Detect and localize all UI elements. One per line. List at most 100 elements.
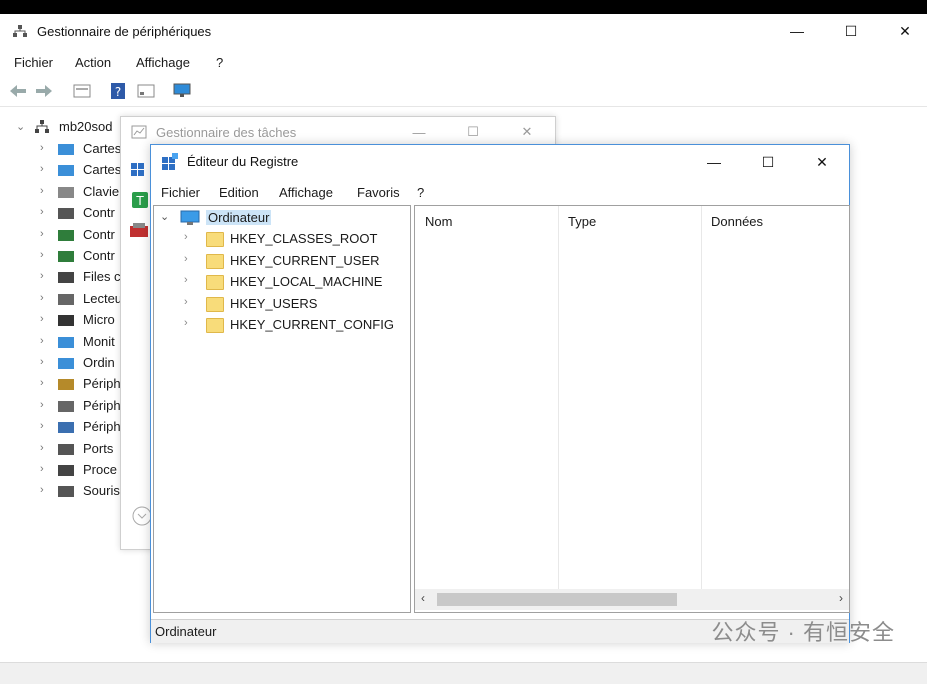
chevron-right-icon[interactable]: › [40, 335, 44, 347]
task-manager-icon [131, 125, 147, 139]
close-button[interactable]: ✕ [880, 14, 927, 48]
chevron-right-icon[interactable]: › [40, 185, 44, 197]
scroll-left-icon[interactable]: ‹ [421, 591, 425, 605]
monitor-icon[interactable] [172, 82, 192, 100]
registry-root-label: Ordinateur [206, 210, 272, 225]
device-category-label: Périph [83, 376, 121, 392]
column-name-label: Nom [425, 214, 453, 229]
column-header-name[interactable]: Nom [415, 206, 559, 229]
green-app-icon: T [132, 192, 148, 208]
task-manager-minimize-button[interactable]: — [397, 119, 441, 145]
chevron-right-icon[interactable]: › [40, 270, 44, 282]
device-icon [58, 186, 74, 198]
device-icon [58, 315, 74, 327]
red-app-icon [130, 223, 148, 237]
chevron-right-icon[interactable]: › [40, 484, 44, 496]
chevron-right-icon[interactable]: › [184, 274, 188, 286]
folder-icon [206, 296, 224, 312]
registry-maximize-button[interactable]: ☐ [743, 145, 793, 179]
registry-hive-label: HKEY_CURRENT_CONFIG [230, 317, 394, 333]
computer-icon [180, 210, 200, 225]
chevron-right-icon[interactable]: › [40, 292, 44, 304]
device-manager-titlebar: Gestionnaire de périphériques — ☐ ✕ [0, 14, 927, 50]
device-category-label: Contr [83, 226, 115, 242]
horizontal-scrollbar[interactable]: ‹ › [415, 589, 849, 610]
device-manager-icon [13, 25, 27, 37]
chevron-down-icon[interactable]: ⌄ [16, 120, 25, 133]
chevron-right-icon[interactable]: › [40, 313, 44, 325]
chevron-right-icon[interactable]: › [184, 231, 188, 243]
chevron-right-icon[interactable]: › [40, 142, 44, 154]
svg-text:T: T [135, 194, 144, 208]
device-icon [58, 208, 74, 220]
menu-action[interactable]: Action [75, 55, 111, 70]
chevron-right-icon[interactable]: › [184, 296, 188, 308]
chevron-right-icon[interactable]: › [40, 206, 44, 218]
device-icon [58, 422, 74, 434]
device-icon [58, 272, 74, 284]
registry-minimize-button[interactable]: — [689, 145, 739, 179]
registry-hive-label: HKEY_USERS [230, 295, 318, 311]
device-icon [58, 229, 74, 241]
help-icon[interactable]: ? [108, 82, 128, 100]
device-icon [58, 486, 74, 498]
column-data-label: Données [711, 214, 764, 229]
device-category-label: Lecteu [83, 290, 123, 306]
column-header-type[interactable]: Type [558, 206, 702, 229]
chevron-down-icon[interactable]: ⌄ [160, 210, 169, 223]
chevron-right-icon[interactable]: › [40, 442, 44, 454]
device-icon [58, 379, 74, 391]
tree-root-label: mb20sod [59, 119, 113, 134]
minimize-button[interactable]: — [772, 14, 822, 48]
device-icon [58, 144, 74, 155]
menu-affichage[interactable]: Affichage [136, 55, 190, 70]
device-category-label: Cartes [83, 162, 122, 178]
scrollbar-thumb[interactable] [437, 593, 677, 606]
column-header-data[interactable]: Données [701, 206, 849, 229]
menu-help[interactable]: ? [216, 55, 223, 70]
device-category-label: Clavie [83, 183, 120, 199]
registry-tree-pane: ⌄ Ordinateur › HKEY_CLASSES_ROOT › HKEY_CUR… [153, 205, 411, 613]
chevron-right-icon[interactable]: › [40, 228, 44, 240]
chevron-right-icon[interactable]: › [40, 249, 44, 261]
chevron-right-icon[interactable]: › [40, 356, 44, 368]
properties-icon[interactable] [72, 82, 92, 100]
device-manager-menubar: Fichier Action Affichage ? [0, 50, 927, 74]
re-menu-help[interactable]: ? [417, 185, 424, 200]
forward-arrow-icon[interactable] [34, 82, 54, 100]
re-menu-favoris[interactable]: Favoris [357, 185, 400, 200]
chevron-right-icon[interactable]: › [40, 420, 44, 432]
re-menu-affichage[interactable]: Affichage [279, 185, 333, 200]
device-category-label: Ordin [83, 355, 115, 370]
registry-close-button[interactable]: ✕ [797, 145, 847, 179]
chevron-right-icon[interactable]: › [40, 377, 44, 389]
re-menu-edition[interactable]: Edition [219, 185, 259, 200]
task-manager-close-button[interactable]: ✕ [505, 119, 549, 145]
chevron-right-icon[interactable]: › [184, 253, 188, 265]
chevron-right-icon[interactable]: › [40, 163, 44, 175]
chevron-right-icon[interactable]: › [40, 463, 44, 475]
re-menu-fichier[interactable]: Fichier [161, 185, 200, 200]
device-icon [58, 443, 74, 455]
registry-hive-label: HKEY_CLASSES_ROOT [230, 231, 378, 246]
device-category-label: Proce [83, 462, 117, 477]
device-category-label: Monit [83, 333, 115, 349]
back-arrow-icon[interactable] [8, 82, 28, 100]
folder-icon [206, 253, 224, 269]
device-icon [58, 165, 74, 177]
device-manager-title: Gestionnaire de périphériques [37, 24, 212, 39]
registry-values-pane: Nom Type Données ‹ › [414, 205, 850, 613]
device-icon [58, 293, 74, 305]
task-manager-maximize-button[interactable]: ☐ [451, 119, 495, 145]
chevron-right-icon[interactable]: › [40, 399, 44, 411]
view-icon[interactable] [136, 82, 156, 100]
scroll-right-icon[interactable]: › [839, 591, 843, 605]
maximize-button[interactable]: ☐ [826, 14, 876, 48]
chevron-right-icon[interactable]: › [184, 317, 188, 329]
registry-status-path: Ordinateur [155, 624, 217, 639]
registry-hive-label: HKEY_CURRENT_USER [230, 252, 380, 268]
registry-editor-icon [162, 153, 178, 170]
device-category-label: Périph [83, 419, 121, 435]
folder-icon [206, 318, 224, 334]
menu-fichier[interactable]: Fichier [14, 55, 53, 70]
